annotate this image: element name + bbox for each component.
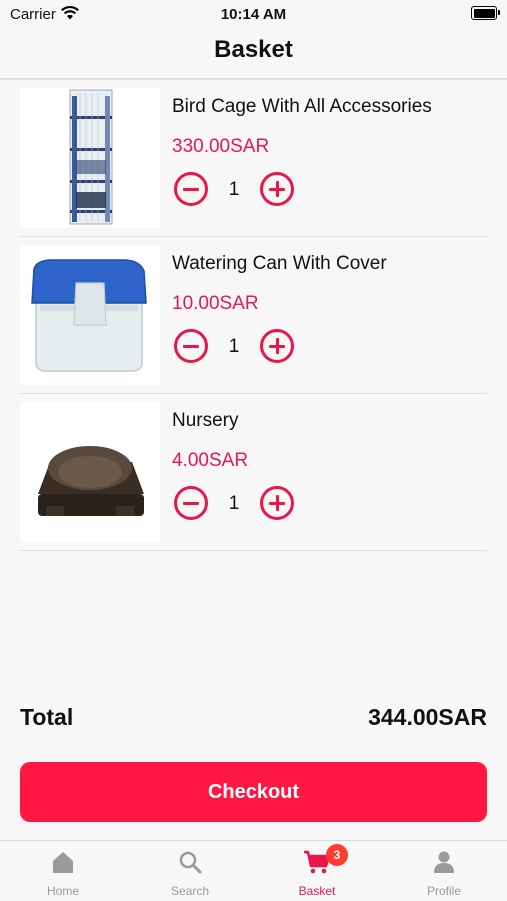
minus-icon (183, 187, 199, 191)
page-title: Basket (214, 36, 293, 63)
tab-bar: Home Search 3 Basket Profile (0, 840, 507, 901)
quantity-value: 1 (228, 336, 240, 357)
product-image-nursery[interactable] (20, 402, 160, 542)
quantity-value: 1 (228, 179, 240, 200)
increase-quantity-button[interactable] (260, 486, 294, 520)
profile-icon (434, 851, 454, 873)
decrease-quantity-button[interactable] (174, 486, 208, 520)
total-label: Total (20, 704, 74, 730)
minus-icon (183, 344, 199, 348)
tab-home[interactable]: Home (0, 841, 126, 901)
battery-icon (471, 6, 500, 20)
basket-item: Nursery 4.00SAR 1 (20, 394, 487, 551)
tab-search-label: Search (170, 884, 210, 898)
quantity-stepper: 1 (172, 329, 312, 365)
tab-search[interactable]: Search (127, 841, 253, 901)
basket-item: Bird Cage With All Accessories 330.00SAR… (20, 80, 487, 237)
minus-icon (183, 501, 199, 505)
total-value: 344.00SAR (368, 704, 487, 730)
increase-quantity-button[interactable] (260, 329, 294, 363)
item-divider (20, 549, 487, 551)
product-name[interactable]: Watering Can With Cover (172, 253, 387, 275)
product-price: 330.00SAR (172, 136, 270, 157)
product-image-bird-cage[interactable] (20, 88, 160, 228)
tab-profile-label: Profile (426, 884, 461, 898)
decrease-quantity-button[interactable] (174, 329, 208, 363)
search-icon (179, 851, 202, 874)
quantity-value: 1 (228, 493, 240, 514)
cart-count-badge: 3 (326, 844, 348, 866)
increase-quantity-button[interactable] (260, 172, 294, 206)
status-time: 10:14 AM (220, 6, 287, 23)
decrease-quantity-button[interactable] (174, 172, 208, 206)
bird-cage-image (69, 89, 113, 225)
quantity-stepper: 1 (172, 486, 312, 522)
tab-basket-label: Basket (298, 884, 336, 898)
nursery-bowl-image (38, 446, 144, 516)
product-price: 10.00SAR (172, 293, 259, 314)
product-name[interactable]: Nursery (172, 410, 239, 432)
product-image-watering-can[interactable] (20, 245, 160, 385)
tab-home-label: Home (46, 884, 79, 898)
basket-item: Watering Can With Cover 10.00SAR 1 (20, 237, 487, 394)
product-price: 4.00SAR (172, 450, 249, 471)
tab-basket[interactable]: 3 Basket (254, 841, 380, 901)
product-name[interactable]: Bird Cage With All Accessories (172, 96, 432, 118)
watering-can-image (31, 259, 147, 372)
checkout-button[interactable]: Checkout (20, 762, 487, 822)
status-bar: Carrier 10:14 AM (0, 0, 507, 28)
tab-profile[interactable]: Profile (381, 841, 507, 901)
quantity-stepper: 1 (172, 172, 312, 208)
home-icon (53, 852, 73, 873)
